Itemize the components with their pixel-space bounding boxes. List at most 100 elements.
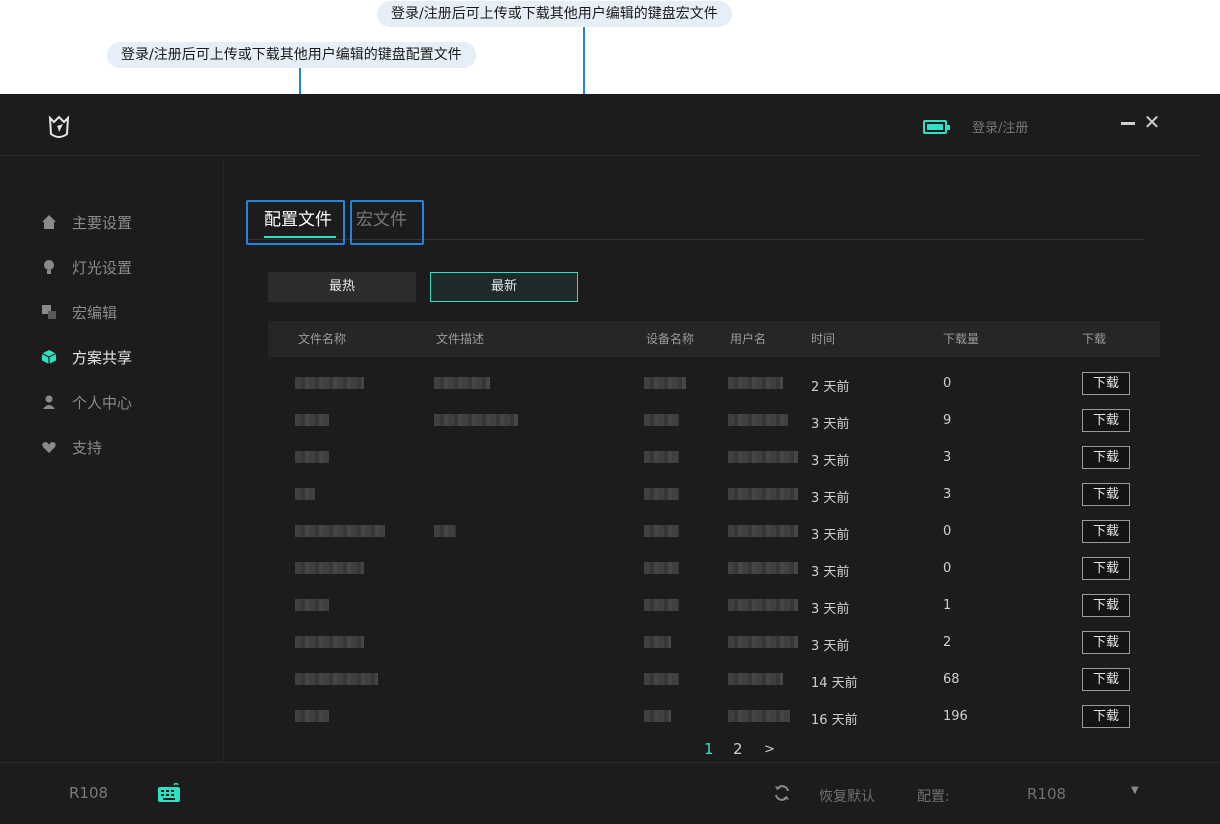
- download-count-cell: 1: [943, 598, 952, 613]
- sidebar-item-lighting[interactable]: 灯光设置: [40, 255, 132, 279]
- redacted-file-name: [295, 673, 378, 685]
- column-header: 文件名称: [298, 332, 347, 346]
- column-header: 文件描述: [436, 332, 485, 346]
- user-icon: [40, 393, 58, 411]
- sort-new-button[interactable]: 最新: [430, 272, 578, 302]
- redacted-username: [728, 673, 783, 685]
- time-cell: 3 天前: [811, 565, 850, 580]
- time-cell: 3 天前: [811, 639, 850, 654]
- download-button[interactable]: 下载: [1082, 446, 1130, 469]
- keyboard-icon[interactable]: [157, 781, 181, 805]
- time-cell: 2 天前: [811, 380, 850, 395]
- refresh-icon[interactable]: [773, 784, 791, 802]
- sidebar-item-label: 宏编辑: [72, 303, 118, 322]
- download-button[interactable]: 下载: [1082, 594, 1130, 617]
- redacted-device-name: [644, 414, 679, 426]
- next-page-button[interactable]: >: [764, 742, 775, 757]
- download-count-cell: 3: [943, 487, 952, 502]
- redacted-username: [728, 636, 798, 648]
- config-label: 配置:: [917, 789, 950, 805]
- table-header: 文件名称 文件描述 设备名称 用户名 时间 下载量 下载: [268, 321, 1160, 357]
- redacted-file-name: [295, 525, 385, 537]
- config-select[interactable]: R108: [1027, 785, 1066, 803]
- footer-bar: R108 恢复默认 配置: R108 ▼: [0, 762, 1220, 824]
- sidebar-item-support[interactable]: 支持: [40, 435, 102, 459]
- crown-logo-icon: [48, 115, 70, 138]
- download-button[interactable]: 下载: [1082, 372, 1130, 395]
- sidebar-item-main-settings[interactable]: 主要设置: [40, 210, 132, 234]
- cube-icon: [40, 348, 58, 366]
- download-count-cell: 0: [943, 524, 952, 539]
- sidebar-item-profile[interactable]: 个人中心: [40, 390, 132, 414]
- redacted-username: [728, 377, 783, 389]
- sort-hot-button[interactable]: 最热: [268, 272, 416, 302]
- redacted-description: [434, 525, 456, 537]
- sidebar-item-macro-edit[interactable]: 宏编辑: [40, 300, 117, 324]
- redacted-file-name: [295, 710, 329, 722]
- download-button[interactable]: 下载: [1082, 557, 1130, 580]
- redacted-device-name: [644, 562, 679, 574]
- sidebar-item-share[interactable]: 方案共享: [40, 345, 132, 369]
- redacted-username: [728, 488, 798, 500]
- table-row: 3 天前 3 下载: [268, 439, 1160, 476]
- table-row: 2 天前 0 下载: [268, 365, 1160, 402]
- time-cell: 16 天前: [811, 713, 858, 728]
- download-button[interactable]: 下载: [1082, 520, 1130, 543]
- redacted-username: [728, 599, 798, 611]
- redacted-username: [728, 710, 790, 722]
- redacted-username: [728, 414, 788, 426]
- time-cell: 14 天前: [811, 676, 858, 691]
- page-2-link[interactable]: 2: [733, 740, 743, 758]
- redacted-device-name: [644, 451, 679, 463]
- restore-default-button[interactable]: 恢复默认: [819, 786, 875, 806]
- download-count-cell: 3: [943, 450, 952, 465]
- sidebar-item-label: 主要设置: [72, 213, 133, 232]
- redacted-description: [434, 377, 490, 389]
- sidebar-item-label: 支持: [72, 438, 103, 457]
- config-tab-highlight: [246, 200, 345, 245]
- macro-tab-callout: 登录/注册后可上传或下载其他用户编辑的键盘宏文件: [377, 1, 732, 27]
- download-button[interactable]: 下载: [1082, 668, 1130, 691]
- macro-tab-highlight: [350, 200, 424, 245]
- redacted-description: [434, 414, 518, 426]
- sidebar: 主要设置 灯光设置 宏编辑 方案共享 个人中心 支持: [0, 157, 224, 762]
- redacted-username: [728, 525, 798, 537]
- table-row: 16 天前 196 下载: [268, 698, 1160, 735]
- close-button[interactable]: ✕: [1143, 112, 1161, 132]
- redacted-device-name: [644, 488, 679, 500]
- time-cell: 3 天前: [811, 491, 850, 506]
- download-button[interactable]: 下载: [1082, 409, 1130, 432]
- download-button[interactable]: 下载: [1082, 705, 1130, 728]
- redacted-username: [728, 562, 798, 574]
- table-row: 14 天前 68 下载: [268, 661, 1160, 698]
- title-bar: 登录/注册 ✕: [0, 94, 1200, 156]
- column-header: 用户名: [730, 332, 767, 346]
- macro-icon: [40, 303, 58, 321]
- redacted-device-name: [644, 710, 671, 722]
- page-1-link[interactable]: 1: [704, 740, 714, 758]
- redacted-device-name: [644, 673, 679, 685]
- download-button[interactable]: 下载: [1082, 631, 1130, 654]
- login-link[interactable]: 登录/注册: [972, 117, 1028, 136]
- download-count-cell: 0: [943, 561, 952, 576]
- redacted-file-name: [295, 562, 364, 574]
- download-count-cell: 196: [943, 709, 968, 724]
- heart-icon: [40, 438, 58, 456]
- redacted-file-name: [295, 451, 329, 463]
- table-row: 3 天前 3 下载: [268, 476, 1160, 513]
- download-count-cell: 68: [943, 672, 960, 687]
- download-count-cell: 2: [943, 635, 952, 650]
- redacted-file-name: [295, 414, 329, 426]
- redacted-device-name: [644, 525, 679, 537]
- download-button[interactable]: 下载: [1082, 483, 1130, 506]
- battery-icon: [923, 120, 950, 134]
- table-row: 3 天前 2 下载: [268, 624, 1160, 661]
- redacted-device-name: [644, 377, 686, 389]
- column-header: 时间: [811, 332, 836, 346]
- minimize-button[interactable]: [1121, 122, 1135, 125]
- redacted-device-name: [644, 636, 671, 648]
- table-row: 3 天前 0 下载: [268, 513, 1160, 550]
- time-cell: 3 天前: [811, 528, 850, 543]
- column-header: 下载: [1082, 332, 1107, 346]
- chevron-down-icon[interactable]: ▼: [1131, 785, 1139, 796]
